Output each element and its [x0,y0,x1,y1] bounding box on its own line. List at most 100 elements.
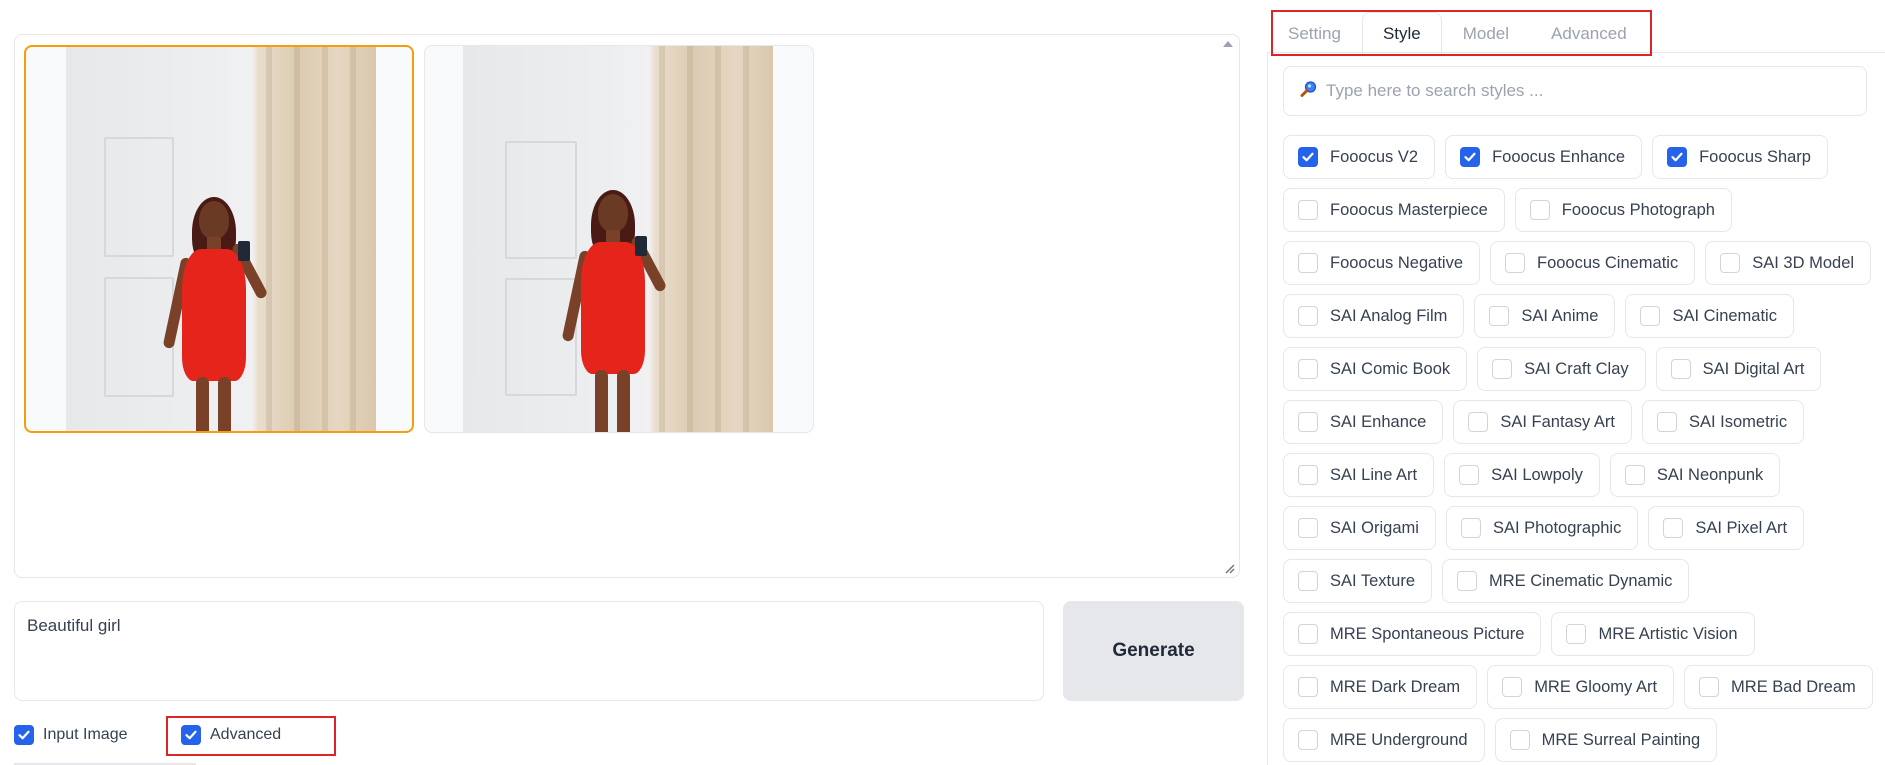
style-option-sai-fantasy-art[interactable]: SAI Fantasy Art [1453,400,1632,444]
style-option-mre-surreal-painting[interactable]: MRE Surreal Painting [1494,718,1718,762]
style-checkbox[interactable] [1459,465,1480,485]
style-option-mre-gloomy-art[interactable]: MRE Gloomy Art [1487,665,1675,709]
advanced-option[interactable]: Advanced [181,723,281,747]
input-image-option[interactable]: Input Image [14,723,128,747]
style-checkbox[interactable] [1468,412,1489,432]
scroll-up-arrow-icon[interactable] [1223,41,1233,47]
style-option-sai-enhance[interactable]: SAI Enhance [1283,400,1444,444]
style-checkbox[interactable] [1529,200,1550,220]
style-checkbox[interactable] [1298,253,1318,273]
style-checkbox[interactable] [1492,359,1513,379]
style-option-fooocus-negative[interactable]: Fooocus Negative [1283,241,1480,285]
style-search-input[interactable] [1326,81,1846,101]
style-option-sai-origami[interactable]: SAI Origami [1283,506,1436,550]
style-checkbox[interactable] [1489,306,1510,326]
style-option-fooocus-masterpiece[interactable]: Fooocus Masterpiece [1283,188,1505,232]
style-option-sai-analog-film[interactable]: SAI Analog Film [1283,294,1465,338]
style-option-mre-spontaneous-picture[interactable]: MRE Spontaneous Picture [1283,612,1542,656]
style-option-sai-3d-model[interactable]: SAI 3D Model [1705,241,1872,285]
resize-handle-icon[interactable] [1223,561,1235,574]
style-checkbox[interactable] [1670,359,1691,379]
style-checkbox[interactable] [1505,253,1525,273]
style-option-label: SAI Digital Art [1702,359,1805,378]
style-checkbox[interactable] [1502,677,1523,697]
advanced-checkbox[interactable] [181,725,201,745]
style-option-label: SAI Analog Film [1330,306,1448,325]
style-search-box[interactable] [1283,66,1867,116]
style-checkbox[interactable] [1298,677,1318,697]
right-panel: Setting Style Model Advanced Fooocus V2F… [1267,0,1885,765]
style-checkbox[interactable] [1298,624,1318,644]
style-checkbox[interactable] [1720,253,1741,273]
style-option-mre-bad-dream[interactable]: MRE Bad Dream [1684,665,1873,709]
style-option-sai-comic-book[interactable]: SAI Comic Book [1283,347,1468,391]
style-checkbox[interactable] [1460,518,1481,538]
style-checkbox[interactable] [1298,200,1318,220]
tab-advanced[interactable]: Advanced [1530,12,1648,54]
style-checkbox[interactable] [1624,465,1645,485]
tab-model[interactable]: Model [1442,12,1530,54]
style-checkbox[interactable] [1298,306,1318,326]
style-option-sai-texture[interactable]: SAI Texture [1283,559,1432,603]
style-option-mre-cinematic-dynamic[interactable]: MRE Cinematic Dynamic [1442,559,1690,603]
style-option-sai-anime[interactable]: SAI Anime [1474,294,1616,338]
style-option-sai-neonpunk[interactable]: SAI Neonpunk [1609,453,1781,497]
style-row: Fooocus Masterpiece Fooocus Photograph [1283,188,1873,232]
style-checkbox[interactable] [1298,147,1318,167]
tab-bar: Setting Style Model Advanced [1267,12,1648,54]
style-option-fooocus-v2[interactable]: Fooocus V2 [1283,135,1436,179]
gallery-image-2[interactable] [424,45,814,433]
style-option-label: Fooocus Sharp [1699,147,1811,166]
style-option-sai-line-art[interactable]: SAI Line Art [1283,453,1435,497]
style-option-mre-dark-dream[interactable]: MRE Dark Dream [1283,665,1478,709]
style-option-label: SAI Comic Book [1330,359,1451,378]
style-option-label: MRE Cinematic Dynamic [1489,571,1673,590]
style-option-sai-craft-clay[interactable]: SAI Craft Clay [1477,347,1646,391]
style-checkbox[interactable] [1298,412,1318,432]
style-checkbox[interactable] [1667,147,1688,167]
style-checkbox[interactable] [1663,518,1684,538]
style-checkbox[interactable] [1640,306,1661,326]
style-option-label: SAI Fantasy Art [1500,412,1615,431]
style-option-label: SAI Line Art [1330,465,1418,484]
style-row: MRE Dark Dream MRE Gloomy Art MRE Bad Drea… [1283,665,1873,709]
input-image-checkbox[interactable] [14,725,34,745]
gallery-image-1[interactable] [24,45,414,433]
style-option-fooocus-enhance[interactable]: Fooocus Enhance [1445,135,1643,179]
input-image-label: Input Image [43,726,128,743]
style-row: MRE Underground MRE Surreal Painting [1283,718,1873,762]
style-row: SAI Origami SAI Photographic SAI Pixel Art [1283,506,1873,550]
style-row: SAI Enhance SAI Fantasy Art SAI Isometric [1283,400,1873,444]
style-option-sai-photographic[interactable]: SAI Photographic [1445,506,1639,550]
style-checkbox[interactable] [1656,412,1677,432]
style-checkbox[interactable] [1298,730,1318,750]
style-option-sai-lowpoly[interactable]: SAI Lowpoly [1444,453,1600,497]
style-option-fooocus-cinematic[interactable]: Fooocus Cinematic [1490,241,1696,285]
style-option-label: Fooocus Negative [1330,253,1463,272]
style-checkbox[interactable] [1699,677,1720,697]
style-row: Fooocus Negative Fooocus Cinematic SAI 3D … [1283,241,1873,285]
style-option-label: SAI Pixel Art [1695,518,1788,537]
generate-button[interactable]: Generate [1063,601,1244,701]
style-checkbox[interactable] [1566,624,1587,644]
style-option-fooocus-photograph[interactable]: Fooocus Photograph [1514,188,1732,232]
style-option-fooocus-sharp[interactable]: Fooocus Sharp [1652,135,1828,179]
tab-setting[interactable]: Setting [1267,12,1362,54]
style-checkbox[interactable] [1457,571,1477,591]
style-checkbox[interactable] [1460,147,1481,167]
tab-style[interactable]: Style [1361,12,1442,54]
style-checkbox[interactable] [1298,465,1318,485]
style-option-mre-underground[interactable]: MRE Underground [1283,718,1485,762]
style-checkbox[interactable] [1298,359,1318,379]
style-option-label: Fooocus Masterpiece [1330,200,1488,219]
style-checkbox[interactable] [1509,730,1530,750]
style-checkbox[interactable] [1298,571,1318,591]
style-checkbox[interactable] [1298,518,1318,538]
style-checkbox-grid: Fooocus V2 Fooocus Enhance Fooocus Sharp Fo… [1283,135,1873,762]
style-option-sai-isometric[interactable]: SAI Isometric [1641,400,1805,444]
style-option-sai-cinematic[interactable]: SAI Cinematic [1625,294,1794,338]
prompt-input[interactable] [14,601,1044,701]
style-option-mre-artistic-vision[interactable]: MRE Artistic Vision [1551,612,1755,656]
style-option-sai-digital-art[interactable]: SAI Digital Art [1655,347,1822,391]
style-option-sai-pixel-art[interactable]: SAI Pixel Art [1648,506,1805,550]
